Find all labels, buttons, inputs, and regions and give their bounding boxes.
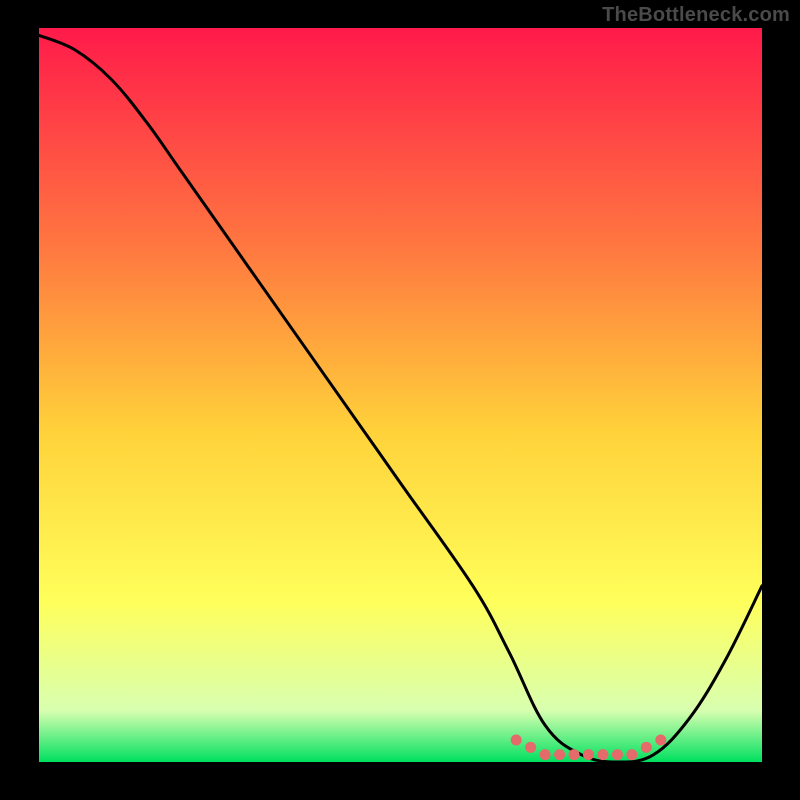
optimal-point [597, 749, 608, 760]
plot-area [39, 28, 762, 762]
optimal-point [583, 749, 594, 760]
optimal-point [525, 742, 536, 753]
optimal-point [641, 742, 652, 753]
optimal-point [655, 734, 666, 745]
optimal-point [540, 749, 551, 760]
optimal-point [612, 749, 623, 760]
watermark-text: TheBottleneck.com [602, 4, 790, 27]
optimal-point [626, 749, 637, 760]
plot-background [39, 28, 762, 762]
optimal-point [554, 749, 565, 760]
optimal-point [569, 749, 580, 760]
optimal-point [511, 734, 522, 745]
bottleneck-chart [0, 0, 800, 800]
chart-container: TheBottleneck.com [0, 0, 800, 800]
